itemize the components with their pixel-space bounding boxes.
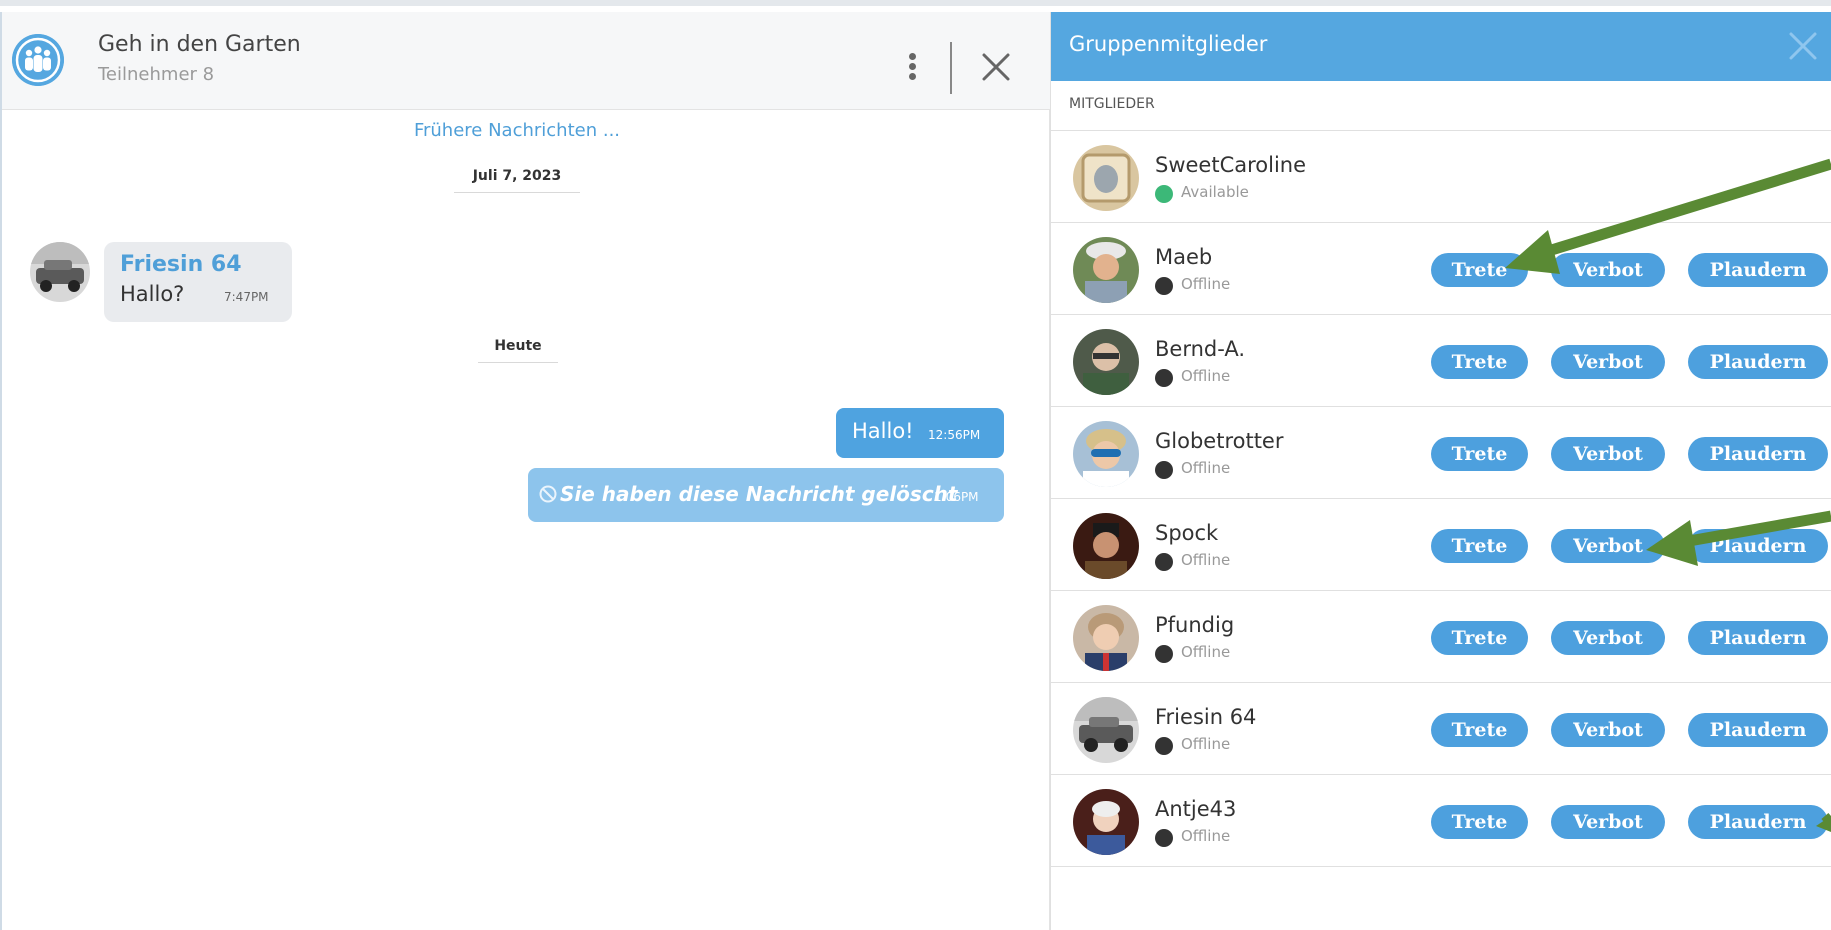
message-bubble-incoming: Friesin 64 Hallo? 7:47PM	[104, 242, 292, 322]
member-status: Offline	[1181, 459, 1231, 477]
kick-button[interactable]: Trete	[1431, 253, 1528, 287]
member-status: Offline	[1181, 367, 1231, 385]
close-icon[interactable]	[977, 48, 1015, 86]
ban-icon	[538, 484, 558, 504]
status-dot	[1155, 553, 1173, 571]
message-sender[interactable]: Friesin 64	[120, 252, 242, 277]
ban-button[interactable]: Verbot	[1551, 437, 1665, 471]
member-status: Offline	[1181, 735, 1231, 753]
member-row: Antje43 Offline Trete Verbot Plaudern	[1051, 775, 1831, 867]
avatar[interactable]	[1073, 697, 1139, 763]
date-separator: Heute	[478, 338, 558, 363]
members-header: Gruppenmitglieder	[1051, 12, 1831, 81]
member-status: Available	[1181, 183, 1249, 201]
member-name: Globetrotter	[1155, 429, 1284, 453]
avatar[interactable]	[1073, 789, 1139, 855]
kick-button[interactable]: Trete	[1431, 437, 1528, 471]
message-text: Hallo?	[120, 282, 185, 306]
member-status: Offline	[1181, 643, 1231, 661]
member-name: Bernd-A.	[1155, 337, 1246, 361]
member-row: Maeb Offline Trete Verbot Plaudern	[1051, 223, 1831, 315]
member-row: Bernd-A. Offline Trete Verbot Plaudern	[1051, 315, 1831, 407]
load-earlier-messages-link[interactable]: Frühere Nachrichten ...	[2, 120, 1032, 141]
message-bubble-outgoing: Hallo! 12:56PM	[836, 408, 1004, 458]
status-dot	[1155, 645, 1173, 663]
chat-pane: Geh in den Garten Teilnehmer 8 Frühere N…	[0, 12, 1050, 930]
member-status: Offline	[1181, 551, 1231, 569]
ban-button[interactable]: Verbot	[1551, 529, 1665, 563]
status-dot	[1155, 737, 1173, 755]
status-dot	[1155, 829, 1173, 847]
kick-button[interactable]: Trete	[1431, 805, 1528, 839]
message-time: 12:56PM	[928, 428, 981, 442]
member-row: Spock Offline Trete Verbot Plaudern	[1051, 499, 1831, 591]
chat-button[interactable]: Plaudern	[1688, 437, 1828, 471]
status-dot	[1155, 461, 1173, 479]
member-row: Friesin 64 Offline Trete Verbot Plaudern	[1051, 683, 1831, 775]
avatar[interactable]	[1073, 329, 1139, 395]
member-name: Pfundig	[1155, 613, 1235, 637]
member-status: Offline	[1181, 275, 1231, 293]
message-text: Sie haben diese Nachricht gelöscht	[560, 482, 958, 506]
ban-button[interactable]: Verbot	[1551, 713, 1665, 747]
section-label: MITGLIEDER	[1069, 96, 1155, 112]
member-name: Spock	[1155, 521, 1219, 545]
ban-button[interactable]: Verbot	[1551, 253, 1665, 287]
member-name: SweetCaroline	[1155, 153, 1307, 177]
avatar[interactable]	[30, 242, 90, 302]
chat-button[interactable]: Plaudern	[1688, 345, 1828, 379]
chat-header: Geh in den Garten Teilnehmer 8	[2, 12, 1050, 110]
status-dot	[1155, 369, 1173, 387]
status-dot	[1155, 185, 1173, 203]
participant-count: Teilnehmer 8	[98, 64, 215, 85]
kick-button[interactable]: Trete	[1431, 345, 1528, 379]
close-icon[interactable]	[1785, 28, 1821, 64]
member-row: Globetrotter Offline Trete Verbot Plaude…	[1051, 407, 1831, 499]
date-separator: Juli 7, 2023	[454, 168, 580, 193]
members-panel: Gruppenmitglieder MITGLIEDER SweetCaroli…	[1050, 12, 1831, 930]
avatar[interactable]	[1073, 421, 1139, 487]
chat-title: Geh in den Garten	[98, 32, 301, 57]
member-status: Offline	[1181, 827, 1231, 845]
kick-button[interactable]: Trete	[1431, 621, 1528, 655]
chat-button[interactable]: Plaudern	[1688, 713, 1828, 747]
message-text: Hallo!	[852, 419, 914, 443]
chat-button[interactable]: Plaudern	[1688, 529, 1828, 563]
member-name: Maeb	[1155, 245, 1213, 269]
chat-button[interactable]: Plaudern	[1688, 253, 1828, 287]
message-bubble-deleted: Sie haben diese Nachricht gelöscht 1:06P…	[528, 468, 1004, 522]
more-vertical-icon[interactable]	[900, 50, 924, 84]
kick-button[interactable]: Trete	[1431, 713, 1528, 747]
app-root: Geh in den Garten Teilnehmer 8 Frühere N…	[0, 0, 1831, 930]
ban-button[interactable]: Verbot	[1551, 345, 1665, 379]
avatar[interactable]	[1073, 605, 1139, 671]
avatar[interactable]	[1073, 145, 1139, 211]
header-divider	[950, 42, 952, 94]
chat-button[interactable]: Plaudern	[1688, 805, 1828, 839]
status-dot	[1155, 277, 1173, 295]
members-title: Gruppenmitglieder	[1069, 32, 1268, 56]
kick-button[interactable]: Trete	[1431, 529, 1528, 563]
member-row: SweetCaroline Available	[1051, 131, 1831, 223]
ban-button[interactable]: Verbot	[1551, 805, 1665, 839]
member-row: Pfundig Offline Trete Verbot Plaudern	[1051, 591, 1831, 683]
avatar[interactable]	[1073, 513, 1139, 579]
message-time: 7:47PM	[224, 290, 269, 304]
avatar[interactable]	[1073, 237, 1139, 303]
member-name: Friesin 64	[1155, 705, 1257, 729]
chat-button[interactable]: Plaudern	[1688, 621, 1828, 655]
group-icon	[12, 34, 64, 86]
message-time: 1:06PM	[934, 490, 979, 504]
member-name: Antje43	[1155, 797, 1237, 821]
ban-button[interactable]: Verbot	[1551, 621, 1665, 655]
